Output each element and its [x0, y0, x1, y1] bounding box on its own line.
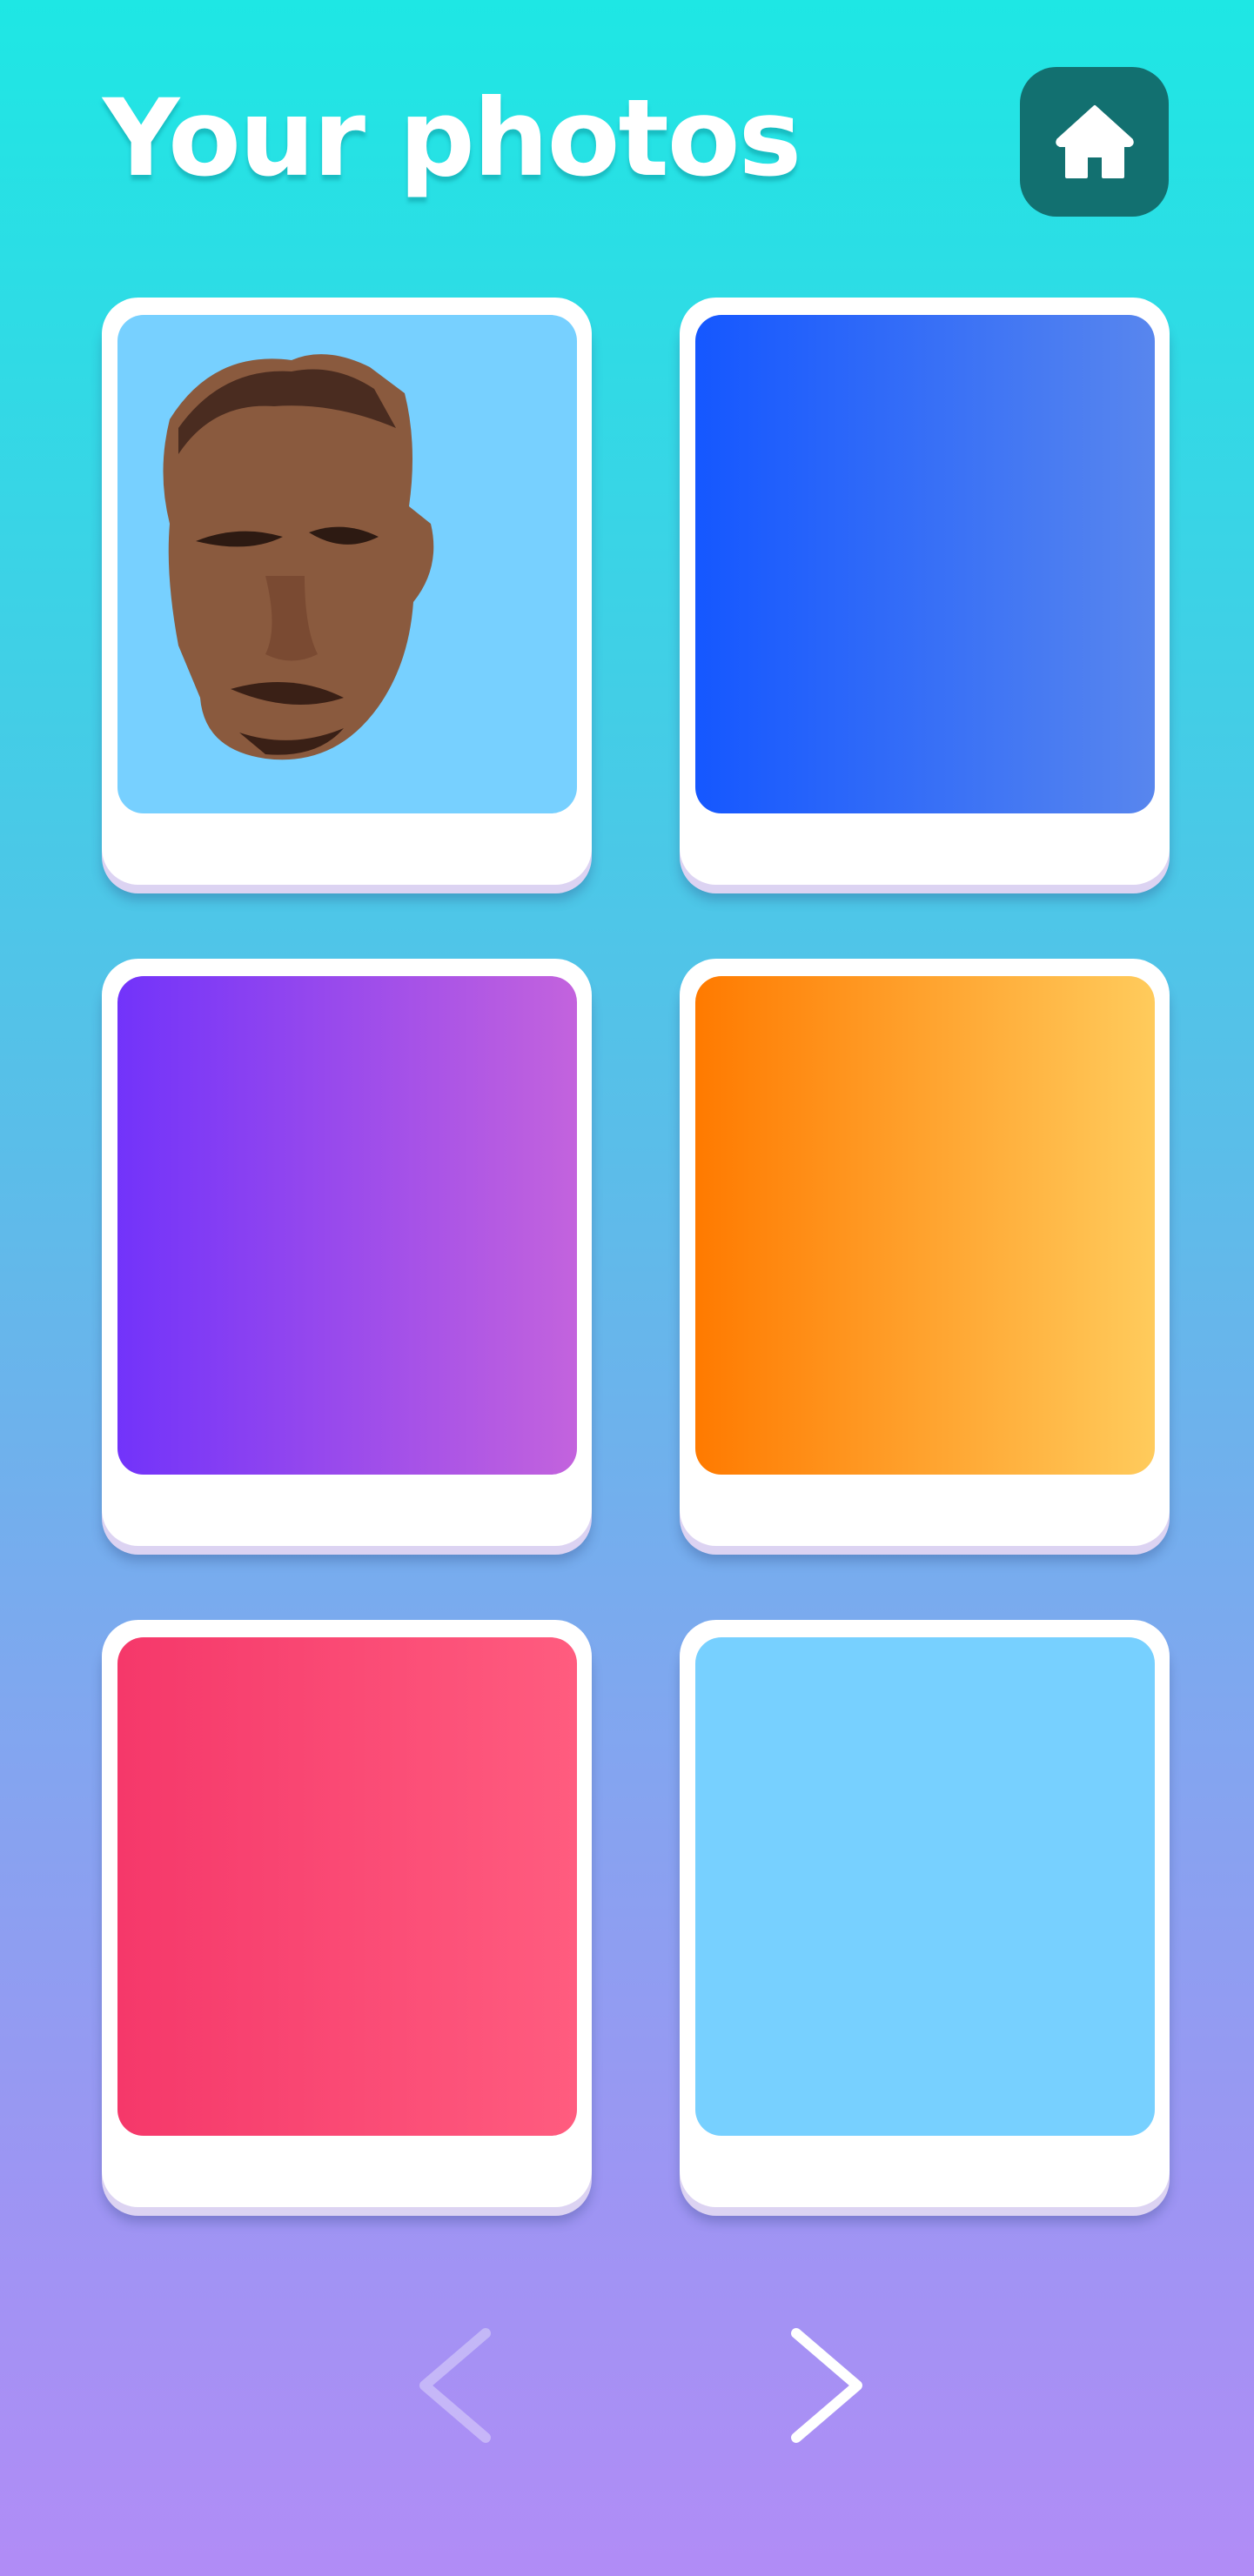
photo-card-2[interactable]: [680, 298, 1170, 885]
chevron-right-icon: [791, 2328, 862, 2443]
page-title: Your photos: [103, 77, 801, 200]
photo-card-5[interactable]: [102, 1620, 592, 2207]
photo-card-4[interactable]: [680, 959, 1170, 1546]
chevron-left-icon: [419, 2328, 491, 2443]
next-page-button[interactable]: [788, 2325, 866, 2446]
photo-thumbnail-4: [695, 976, 1155, 1475]
previous-page-button[interactable]: [416, 2325, 494, 2446]
photo-thumbnail-5: [117, 1637, 577, 2136]
photo-card-3[interactable]: [102, 959, 592, 1546]
home-icon: [1055, 105, 1134, 178]
home-button[interactable]: [1020, 67, 1169, 217]
photo-card-6[interactable]: [680, 1620, 1170, 2207]
face-photo: [163, 354, 434, 760]
photo-thumbnail-6: [695, 1637, 1155, 2136]
photo-thumbnail-2: [695, 315, 1155, 813]
photo-card-1[interactable]: [102, 298, 592, 885]
photo-thumbnail-3: [117, 976, 577, 1475]
photo-thumbnail-1: [117, 315, 577, 813]
